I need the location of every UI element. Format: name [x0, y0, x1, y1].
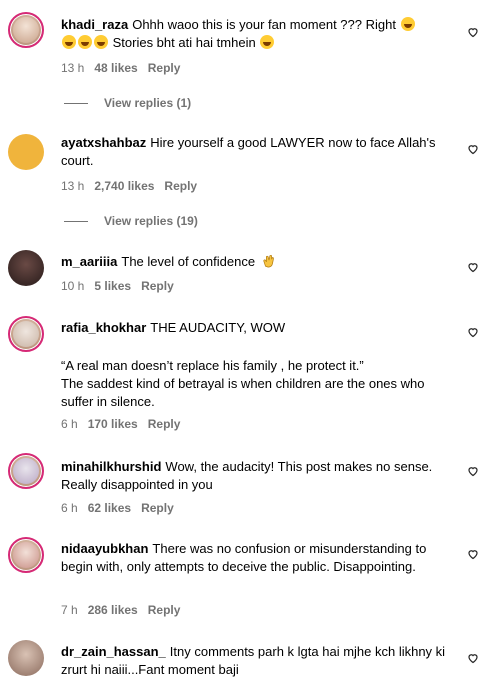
username[interactable]: minahilkhurshid — [61, 459, 161, 474]
heart-outline-icon[interactable] — [467, 465, 479, 477]
comment-body: dr_zain_hassan_ Itny comments parh k lgta… — [61, 643, 457, 679]
clapping-hands-icon — [263, 254, 274, 268]
comment-meta: 10 h 5 likes Reply — [61, 279, 184, 293]
comment-meta: 6 h 170 likes Reply — [61, 417, 190, 431]
comment-body: rafia_khokhar THE AUDACITY, WOW “A real m… — [61, 319, 457, 411]
like-count[interactable]: 48 likes — [94, 61, 137, 75]
laugh-emoji-icon — [260, 35, 275, 49]
avatar[interactable] — [8, 453, 44, 489]
view-replies-button[interactable]: View replies (19) — [64, 214, 198, 228]
reply-button[interactable]: Reply — [148, 603, 181, 617]
divider — [64, 103, 88, 105]
timestamp: 6 h — [61, 417, 78, 431]
laugh-emoji-icon — [400, 17, 415, 31]
reply-button[interactable]: Reply — [141, 501, 174, 515]
timestamp: 13 h — [61, 179, 85, 193]
comment-text: Stories bht ati hai tmhein — [109, 35, 260, 50]
like-count[interactable]: 62 likes — [88, 501, 131, 515]
comment-meta: 6 h 62 likes Reply — [61, 501, 184, 515]
avatar[interactable] — [8, 134, 44, 170]
comment-meta: 13 h 2,740 likes Reply — [61, 179, 207, 193]
timestamp: 7 h — [61, 603, 78, 617]
timestamp: 13 h — [61, 61, 85, 75]
reply-button[interactable]: Reply — [148, 61, 181, 75]
comment-text: THE AUDACITY, WOW — [150, 320, 286, 335]
comment-body: m_aariiia The level of confidence — [61, 253, 457, 271]
like-count[interactable]: 2,740 likes — [94, 179, 154, 193]
username[interactable]: m_aariiia — [61, 254, 117, 269]
laugh-emoji-icon — [62, 35, 76, 49]
like-count[interactable]: 170 likes — [88, 417, 138, 431]
divider — [64, 221, 88, 223]
heart-outline-icon[interactable] — [467, 143, 479, 155]
avatar[interactable] — [8, 316, 44, 352]
heart-outline-icon[interactable] — [467, 26, 479, 38]
avatar[interactable] — [8, 12, 44, 48]
avatar[interactable] — [8, 537, 44, 573]
username[interactable]: dr_zain_hassan_ — [61, 644, 166, 659]
comment-meta: 7 h 286 likes Reply — [61, 603, 190, 617]
view-replies-button[interactable]: View replies (1) — [64, 96, 191, 110]
avatar[interactable] — [8, 640, 44, 676]
heart-outline-icon[interactable] — [467, 652, 479, 664]
username[interactable]: ayatxshahbaz — [61, 135, 146, 150]
heart-outline-icon[interactable] — [467, 326, 479, 338]
reply-button[interactable]: Reply — [148, 417, 181, 431]
comment-body: minahilkhurshid Wow, the audacity! This p… — [61, 458, 457, 494]
username[interactable]: rafia_khokhar — [61, 320, 146, 335]
comment-paragraph: The saddest kind of betrayal is when chi… — [61, 376, 425, 409]
laugh-emoji-icon — [78, 35, 92, 49]
laugh-emoji-icon — [94, 35, 108, 49]
comment-body: ayatxshahbaz Hire yourself a good LAWYER … — [61, 134, 457, 170]
comment-paragraph: “A real man doesn’t replace his family ,… — [61, 358, 364, 373]
comment-body: khadi_raza Ohhh waoo this is your fan mom… — [61, 16, 457, 52]
heart-outline-icon[interactable] — [467, 548, 479, 560]
timestamp: 6 h — [61, 501, 78, 515]
avatar[interactable] — [8, 250, 44, 286]
reply-button[interactable]: Reply — [141, 279, 174, 293]
like-count[interactable]: 286 likes — [88, 603, 138, 617]
heart-outline-icon[interactable] — [467, 261, 479, 273]
comment-text: Ohhh waoo this is your fan moment ??? Ri… — [132, 17, 400, 32]
username[interactable]: nidaayubkhan — [61, 541, 148, 556]
comment-meta: 13 h 48 likes Reply — [61, 61, 190, 75]
like-count[interactable]: 5 likes — [94, 279, 131, 293]
comment-text: The level of confidence — [121, 254, 256, 269]
comment-body: nidaayubkhan There was no confusion or mi… — [61, 540, 457, 576]
timestamp: 10 h — [61, 279, 85, 293]
username[interactable]: khadi_raza — [61, 17, 128, 32]
reply-button[interactable]: Reply — [164, 179, 197, 193]
